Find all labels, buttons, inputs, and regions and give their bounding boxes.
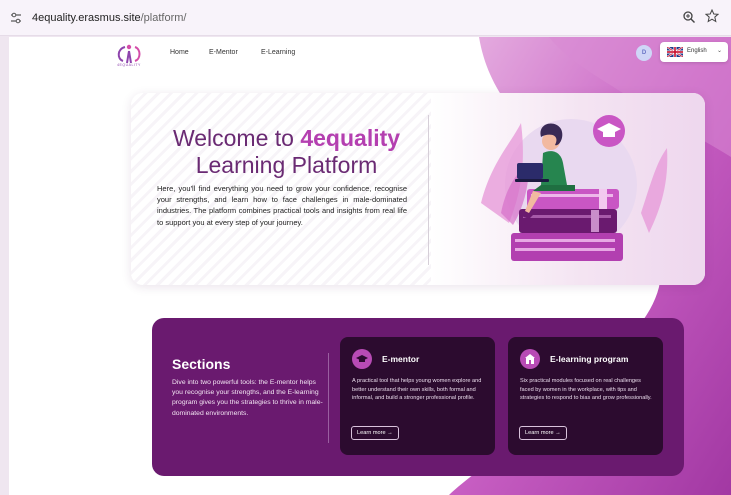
uk-flag-icon	[667, 47, 683, 57]
woman-studying-illustration	[481, 115, 668, 261]
address-bar[interactable]: 4equality.erasmus.site/platform/	[32, 12, 186, 24]
hero-card: Welcome to 4equality Learning Platform H…	[131, 93, 705, 285]
logo-text: 4EQUALITY	[117, 63, 141, 67]
hero-title-suffix: Learning Platform	[195, 152, 378, 178]
e-learning-card-description: Six practical modules focused on real ch…	[520, 378, 652, 402]
hero-divider	[428, 115, 429, 265]
url-path: /platform/	[140, 12, 187, 24]
nav-link-e-mentor[interactable]: E-Mentor	[209, 49, 238, 56]
school-building-icon	[520, 349, 540, 369]
user-avatar[interactable]: D	[636, 45, 652, 61]
hero-description: Here, you'll find everything you need to…	[157, 184, 407, 227]
nav-link-home[interactable]: Home	[170, 49, 189, 56]
e-learning-card: E-learning program Six practical modules…	[508, 337, 663, 455]
sections-divider	[328, 353, 329, 443]
e-learning-card-title: E-learning program	[550, 354, 629, 364]
e-mentor-card: E-mentor A practical tool that helps you…	[340, 337, 495, 455]
zoom-icon[interactable]	[682, 10, 696, 24]
sections-description: Dive into two powerful tools: the E-ment…	[172, 379, 323, 417]
graduation-cap-icon	[352, 349, 372, 369]
language-label: English	[687, 48, 707, 54]
e-mentor-card-description: A practical tool that helps young women …	[352, 378, 482, 402]
sections-title: Sections	[172, 356, 231, 372]
hero-title: Welcome to 4equality Learning Platform	[145, 125, 428, 179]
hero-title-prefix: Welcome to	[172, 125, 294, 151]
chevron-down-icon: ⌄	[717, 48, 723, 54]
browser-toolbar: 4equality.erasmus.site/platform/	[0, 0, 731, 36]
e-learning-learn-more-button[interactable]: Learn more →	[519, 426, 567, 440]
e-mentor-learn-more-button[interactable]: Learn more →	[351, 426, 399, 440]
sections-panel: Sections Dive into two powerful tools: t…	[152, 318, 684, 476]
page-viewport: 4EQUALITY Home E-Mentor E-Learning D Eng…	[9, 37, 731, 495]
bookmark-star-icon[interactable]	[705, 9, 719, 23]
hero-title-accent: 4equality	[300, 125, 401, 151]
nav-link-e-learning[interactable]: E-Learning	[261, 49, 295, 56]
site-settings-icon[interactable]	[10, 12, 22, 24]
url-domain: 4equality.erasmus.site	[32, 12, 141, 24]
language-selector[interactable]: English ⌄	[660, 42, 728, 62]
e-mentor-card-title: E-mentor	[382, 354, 420, 364]
